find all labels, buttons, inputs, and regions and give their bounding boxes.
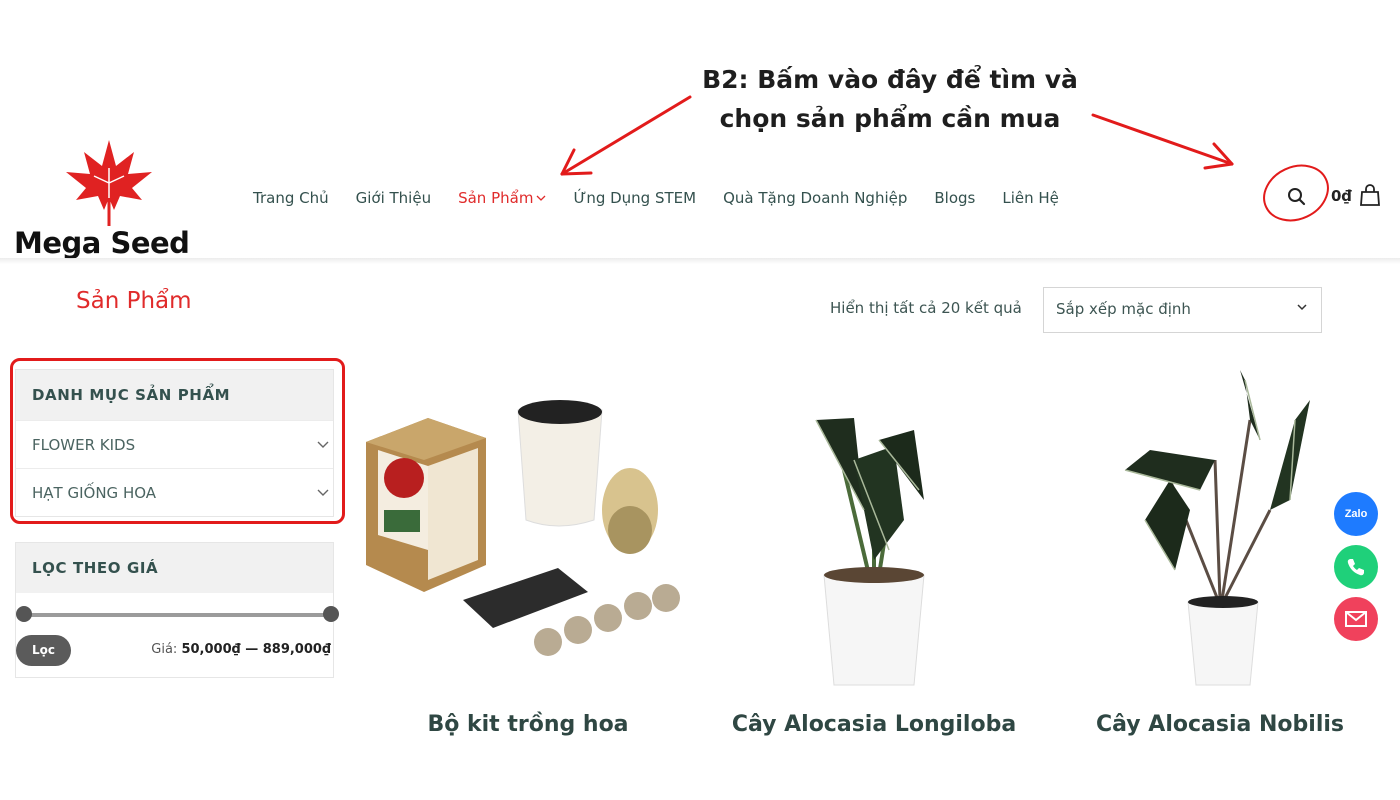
mail-button[interactable]: [1334, 597, 1378, 641]
mail-icon: [1345, 611, 1367, 627]
sort-select[interactable]: Sắp xếp mặc định: [1043, 287, 1322, 333]
maple-leaf-icon: [66, 140, 152, 226]
main-nav: Trang Chủ Giới Thiệu Sản Phẩm Ứng Dụng S…: [253, 187, 1086, 209]
product-image-flower-kit[interactable]: [358, 360, 698, 690]
nav-item-home[interactable]: Trang Chủ: [253, 187, 329, 209]
price-filter-title: LỌC THEO GIÁ: [16, 543, 333, 593]
price-max: 889,000₫: [262, 642, 331, 657]
nav-item-stem[interactable]: Ứng Dụng STEM: [573, 187, 696, 209]
annotation-text: B2: Bấm vào đây để tìm và chọn sản phẩm …: [690, 60, 1090, 138]
logo-text: Mega Seed: [14, 226, 190, 260]
header-divider: [0, 258, 1400, 264]
search-button[interactable]: [1284, 184, 1310, 210]
page-title: Sản Phẩm: [76, 288, 192, 314]
price-filter-widget: LỌC THEO GIÁ Lọc Giá: 50,000₫ — 889,000₫: [15, 542, 339, 678]
cart-button[interactable]: [1359, 183, 1381, 207]
price-slider-track[interactable]: [24, 613, 332, 617]
sort-select-value: Sắp xếp mặc định: [1056, 300, 1191, 318]
phone-button[interactable]: [1334, 545, 1378, 589]
site-header: Mega Seed Trang Chủ Giới Thiệu Sản Phẩm …: [0, 130, 1400, 262]
nav-item-blogs[interactable]: Blogs: [934, 187, 975, 209]
cart-total[interactable]: 0₫: [1331, 187, 1352, 205]
price-min: 50,000₫: [181, 642, 241, 657]
cart-bag-icon: [1360, 184, 1380, 206]
nav-item-corporate-gifts[interactable]: Quà Tặng Doanh Nghiệp: [723, 187, 907, 209]
result-count: Hiển thị tất cả 20 kết quả: [830, 299, 1022, 317]
product-image-alocasia-longiloba[interactable]: [704, 360, 1044, 690]
phone-icon: [1347, 559, 1364, 576]
nav-item-contact[interactable]: Liên Hệ: [1002, 187, 1059, 209]
zalo-button[interactable]: Zalo: [1334, 492, 1378, 536]
product-name[interactable]: Bộ kit trồng hoa: [358, 712, 698, 737]
price-slider-min-handle[interactable]: [16, 606, 32, 622]
zalo-label: Zalo: [1344, 508, 1368, 520]
nav-item-products[interactable]: Sản Phẩm: [458, 187, 546, 209]
price-range-label: Giá: 50,000₫ — 889,000₫: [151, 642, 331, 657]
annotation-line-1: B2: Bấm vào đây để tìm và: [702, 65, 1078, 94]
product-name[interactable]: Cây Alocasia Longiloba: [704, 712, 1044, 737]
filter-button[interactable]: Lọc: [16, 635, 71, 666]
annotation-highlight-box: [10, 358, 345, 524]
site-logo[interactable]: Mega Seed: [14, 138, 194, 260]
chevron-down-icon: [1297, 304, 1307, 311]
product-name[interactable]: Cây Alocasia Nobilis: [1050, 712, 1390, 737]
product-card[interactable]: Cây Alocasia Longiloba: [704, 360, 1044, 760]
product-card[interactable]: Bộ kit trồng hoa: [358, 360, 698, 760]
search-icon: [1288, 188, 1306, 206]
price-slider-max-handle[interactable]: [323, 606, 339, 622]
chevron-down-icon: [536, 195, 546, 201]
nav-item-about[interactable]: Giới Thiệu: [356, 187, 431, 209]
